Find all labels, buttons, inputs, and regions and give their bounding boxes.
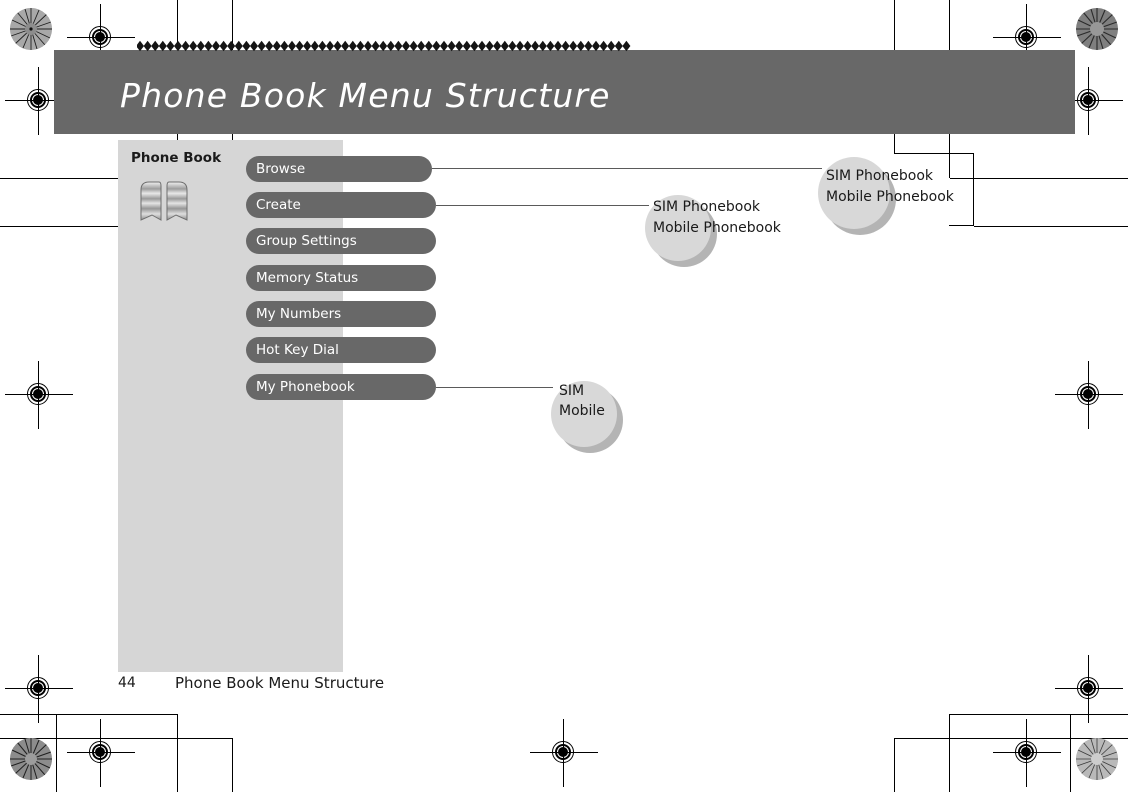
menu-item-group-settings[interactable]: Group Settings xyxy=(246,228,436,254)
menu-item-my-phonebook[interactable]: My Phonebook xyxy=(246,374,436,400)
density-burst-icon xyxy=(1076,738,1118,780)
registration-target-icon xyxy=(5,67,73,135)
registration-target-icon xyxy=(5,655,73,723)
crop-mark-line xyxy=(56,714,58,792)
page-canvas: Phone Book Menu Structure Phone Book Bro… xyxy=(0,0,1128,792)
registration-target-icon xyxy=(530,719,598,787)
registration-target-icon xyxy=(67,719,135,787)
crop-mark-line xyxy=(949,225,974,227)
crop-mark-line xyxy=(177,714,179,792)
menu-item-my-numbers[interactable]: My Numbers xyxy=(246,301,436,327)
menu-item-label: Memory Status xyxy=(256,270,359,286)
diamond-strip-decoration xyxy=(137,38,631,52)
menu-item-label: My Numbers xyxy=(256,306,342,322)
menu-item-browse[interactable]: Browse xyxy=(246,156,432,182)
footer-page-number: 44 xyxy=(118,675,136,691)
menu-item-label: Browse xyxy=(256,161,306,177)
connector-line-my-phonebook xyxy=(436,387,553,389)
bubble-create-targets: SIM Phonebook Mobile Phonebook xyxy=(645,195,781,267)
connector-line-create xyxy=(436,205,649,207)
registration-target-icon xyxy=(5,361,73,429)
crop-mark-line xyxy=(894,738,896,792)
menu-item-memory-status[interactable]: Memory Status xyxy=(246,265,436,291)
bubble-line-2: Mobile xyxy=(559,403,605,419)
open-book-icon xyxy=(136,180,192,224)
bubble-my-phonebook-targets: SIM Mobile xyxy=(551,381,623,453)
menu-item-create[interactable]: Create xyxy=(246,192,436,218)
density-burst-icon xyxy=(10,8,52,50)
footer-title: Phone Book Menu Structure xyxy=(175,674,385,692)
crop-mark-line xyxy=(949,714,951,792)
bubble-line-1: SIM Phonebook xyxy=(653,199,761,215)
crop-mark-line xyxy=(974,226,1128,228)
panel-label: Phone Book xyxy=(131,150,222,166)
crop-mark-line xyxy=(973,153,975,226)
menu-item-hot-key-dial[interactable]: Hot Key Dial xyxy=(246,337,436,363)
crop-mark-line xyxy=(950,714,1128,716)
density-burst-icon xyxy=(1076,8,1118,50)
connector-line-browse xyxy=(432,168,822,170)
registration-target-icon xyxy=(1055,655,1123,723)
crop-mark-line xyxy=(232,738,234,792)
bubble-line-2: Mobile Phonebook xyxy=(826,189,954,205)
menu-item-label: Create xyxy=(256,197,301,213)
crop-mark-line xyxy=(0,714,178,716)
menu-item-label: Hot Key Dial xyxy=(256,342,339,358)
registration-target-icon xyxy=(993,719,1061,787)
crop-mark-line xyxy=(950,178,1128,180)
bubble-line-2: Mobile Phonebook xyxy=(653,220,781,236)
crop-mark-line xyxy=(894,153,974,155)
bubble-line-1: SIM xyxy=(559,383,585,399)
crop-mark-line xyxy=(1070,714,1072,792)
bubble-line-1: SIM Phonebook xyxy=(826,168,934,184)
bubble-browse-targets: SIM Phonebook Mobile Phonebook xyxy=(818,157,954,237)
registration-target-icon xyxy=(1055,67,1123,135)
registration-target-icon xyxy=(1055,361,1123,429)
density-burst-icon xyxy=(10,738,52,780)
menu-item-label: My Phonebook xyxy=(256,379,355,395)
menu-item-label: Group Settings xyxy=(256,233,357,249)
page-title: Phone Book Menu Structure xyxy=(120,76,611,115)
